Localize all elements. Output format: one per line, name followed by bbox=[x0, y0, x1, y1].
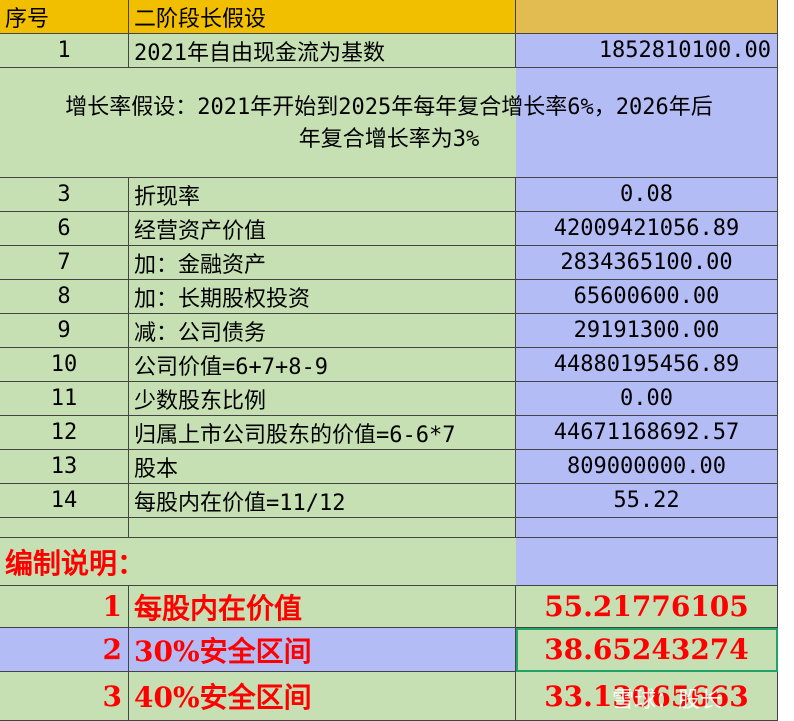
row-label[interactable]: 加：长期股权投资 bbox=[129, 280, 516, 314]
row-seq[interactable]: 11 bbox=[0, 382, 129, 416]
empty-cell[interactable] bbox=[0, 518, 129, 538]
row-value[interactable]: 29191300.00 bbox=[516, 314, 778, 348]
row-seq[interactable]: 3 bbox=[0, 178, 129, 212]
row-label[interactable]: 归属上市公司股东的价值=6-6*7 bbox=[129, 416, 516, 450]
row-value[interactable]: 42009421056.89 bbox=[516, 212, 778, 246]
row-seq[interactable]: 9 bbox=[0, 314, 129, 348]
note1-value[interactable]: 55.21776105 bbox=[516, 586, 778, 628]
note2-label[interactable]: 30%安全区间 bbox=[129, 628, 516, 672]
row-seq[interactable]: 7 bbox=[0, 246, 129, 280]
row-label[interactable]: 减：公司债务 bbox=[129, 314, 516, 348]
row-value[interactable]: 0.00 bbox=[516, 382, 778, 416]
assumption-line1: 增长率假设：2021年开始到2025年每年复合增长率6%，2026年后 bbox=[65, 95, 713, 120]
row-value[interactable]: 44880195456.89 bbox=[516, 348, 778, 382]
row-seq[interactable]: 14 bbox=[0, 484, 129, 518]
row-label[interactable]: 少数股东比例 bbox=[129, 382, 516, 416]
row-seq[interactable]: 10 bbox=[0, 348, 129, 382]
header-col-value[interactable] bbox=[516, 0, 778, 34]
assumption-line2: 年复合增长率为3% bbox=[298, 127, 480, 152]
note3-num[interactable]: 3 bbox=[0, 672, 129, 721]
row-seq[interactable]: 13 bbox=[0, 450, 129, 484]
row-value[interactable]: 809000000.00 bbox=[516, 450, 778, 484]
watermark-text: 雪球：股长 bbox=[612, 688, 723, 713]
note2-value-selected-cell[interactable]: 38.65243274 bbox=[516, 628, 778, 672]
right-gutter bbox=[778, 0, 794, 721]
assumption-text: 增长率假设：2021年开始到2025年每年复合增长率6%，2026年后 年复合增… bbox=[0, 92, 778, 156]
row-value[interactable]: 55.22 bbox=[516, 484, 778, 518]
row1-label[interactable]: 2021年自由现金流为基数 bbox=[129, 34, 516, 68]
row-value[interactable]: 65600600.00 bbox=[516, 280, 778, 314]
row-value[interactable]: 0.08 bbox=[516, 178, 778, 212]
row-seq[interactable]: 8 bbox=[0, 280, 129, 314]
row-value[interactable]: 2834365100.00 bbox=[516, 246, 778, 280]
note2-num[interactable]: 2 bbox=[0, 628, 129, 672]
note1-label[interactable]: 每股内在价值 bbox=[129, 586, 516, 628]
row-seq[interactable]: 12 bbox=[0, 416, 129, 450]
note3-label[interactable]: 40%安全区间 bbox=[129, 672, 516, 721]
row1-seq[interactable]: 1 bbox=[0, 34, 129, 68]
row-label[interactable]: 股本 bbox=[129, 450, 516, 484]
row-value[interactable]: 44671168692.57 bbox=[516, 416, 778, 450]
row-label[interactable]: 折现率 bbox=[129, 178, 516, 212]
row-label[interactable]: 每股内在价值=11/12 bbox=[129, 484, 516, 518]
row1-value[interactable]: 1852810100.00 bbox=[516, 34, 778, 68]
notes-title[interactable]: 编制说明： bbox=[0, 538, 516, 586]
note1-num[interactable]: 1 bbox=[0, 586, 129, 628]
row-label[interactable]: 加：金融资产 bbox=[129, 246, 516, 280]
notes-title-value-cell[interactable] bbox=[516, 538, 778, 586]
empty-cell[interactable] bbox=[516, 518, 778, 538]
row-seq[interactable]: 6 bbox=[0, 212, 129, 246]
empty-cell[interactable] bbox=[129, 518, 516, 538]
header-col-seq[interactable]: 序号 bbox=[0, 0, 129, 34]
row-label[interactable]: 公司价值=6+7+8-9 bbox=[129, 348, 516, 382]
header-col-assumption[interactable]: 二阶段长假设 bbox=[129, 0, 516, 34]
row-label[interactable]: 经营资产价值 bbox=[129, 212, 516, 246]
